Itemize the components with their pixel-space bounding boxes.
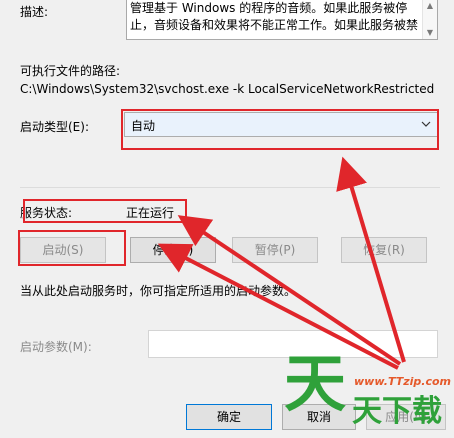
watermark-logo: 天 www.TTzip.com 天下载 — [280, 349, 454, 438]
watermark-url: www.TTzip.com — [354, 375, 451, 388]
watermark-brand: 天下载 — [352, 394, 442, 429]
watermark-big-char: 天 — [284, 347, 347, 420]
